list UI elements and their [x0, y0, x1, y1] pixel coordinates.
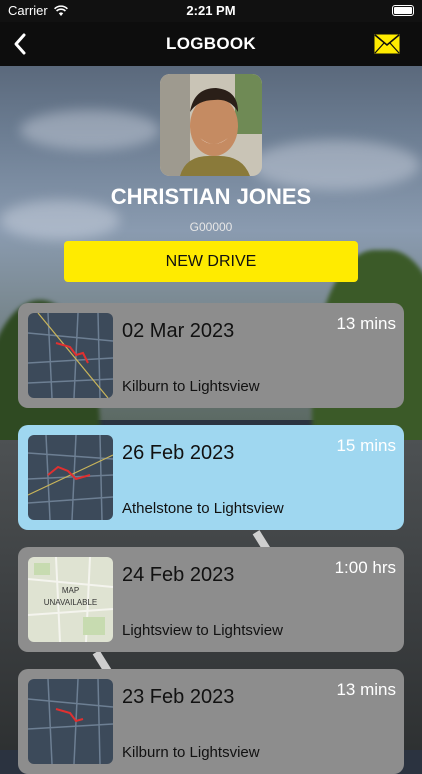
map-unavailable-thumbnail: MAP UNAVAILABLE — [28, 557, 113, 642]
nav-bar: LOGBOOK — [0, 22, 422, 66]
avatar — [160, 74, 262, 176]
drive-duration: 15 mins — [336, 436, 396, 455]
drive-route: Lightsview to Lightsview — [122, 622, 283, 639]
driver-name: CHRISTIAN JONES — [110, 184, 312, 209]
drive-card[interactable]: 23 Feb 2023 13 mins Kilburn to Lightsvie… — [18, 669, 404, 774]
status-time: 2:21 PM — [186, 3, 236, 18]
new-drive-button[interactable]: NEW DRIVE — [64, 241, 358, 282]
drive-date: 26 Feb 2023 — [122, 442, 235, 464]
drive-date: 02 Mar 2023 — [122, 320, 235, 342]
drive-route: Kilburn to Lightsview — [122, 378, 260, 395]
page-title: LOGBOOK — [166, 34, 256, 53]
drive-duration: 13 mins — [336, 680, 396, 699]
driver-code: G00000 — [189, 220, 233, 234]
drive-route: Kilburn to Lightsview — [122, 744, 260, 761]
drive-duration: 13 mins — [336, 314, 396, 333]
mail-envelope-icon[interactable] — [374, 34, 400, 54]
route-map-thumbnail — [28, 313, 113, 398]
map-unavailable-text: MAP UNAVAILABLE — [43, 586, 98, 607]
drive-route: Athelstone to Lightsview — [122, 500, 284, 517]
drive-date: 23 Feb 2023 — [122, 686, 235, 708]
drive-card[interactable]: 02 Mar 2023 13 mins Kilburn to Lightsvie… — [18, 303, 404, 408]
status-bar: Carrier 2:21 PM — [0, 0, 422, 22]
drive-card[interactable]: 26 Feb 2023 15 mins Athelstone to Lights… — [18, 425, 404, 530]
drive-duration: 1:00 hrs — [334, 558, 396, 577]
drive-date: 24 Feb 2023 — [122, 564, 235, 586]
drive-card[interactable]: MAP UNAVAILABLE 24 Feb 2023 1:00 hrs Lig… — [18, 547, 404, 652]
route-map-thumbnail — [28, 435, 113, 520]
route-map-thumbnail — [28, 679, 113, 764]
battery-icon — [392, 5, 414, 16]
